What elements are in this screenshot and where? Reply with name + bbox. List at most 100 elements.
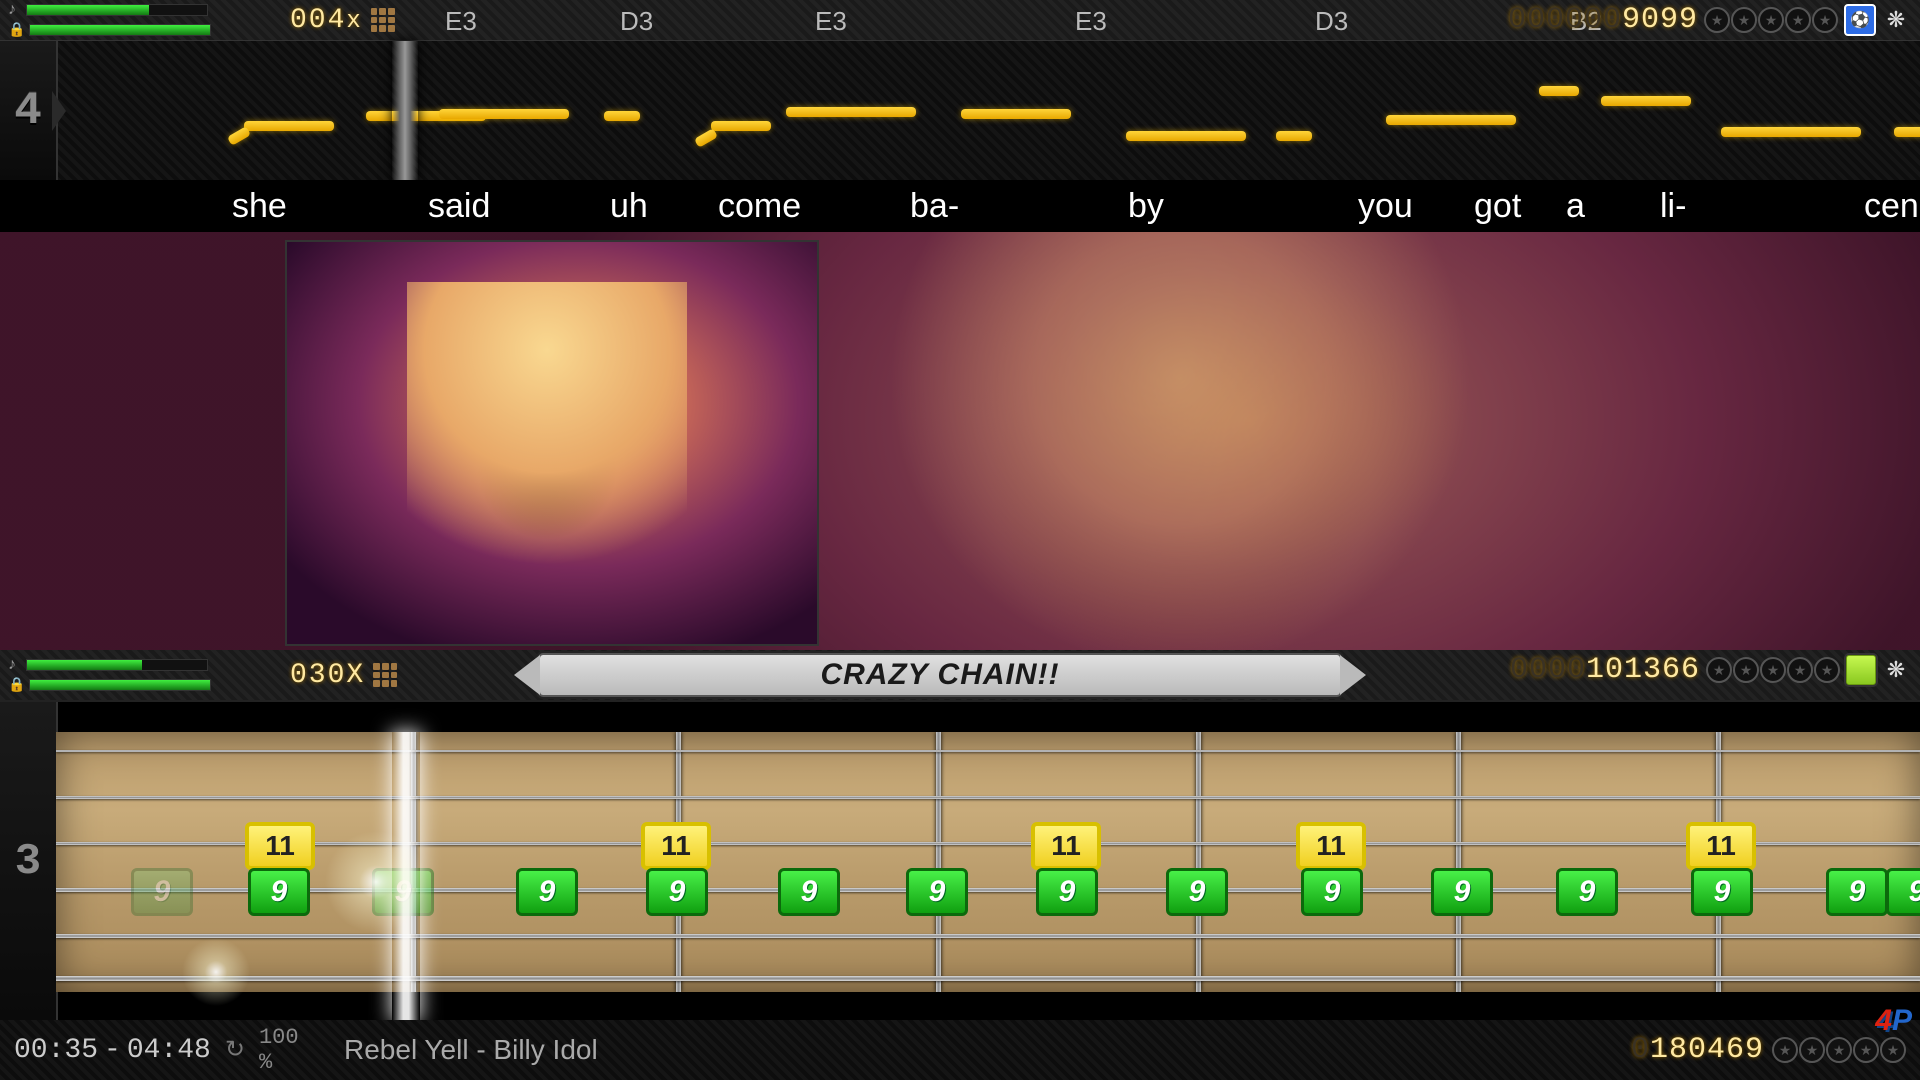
team-crest-icon xyxy=(1882,6,1910,34)
star-icon: ★ xyxy=(1880,1037,1906,1063)
multiplier-value: 030 xyxy=(290,660,346,691)
lyrics-row: shesaiduhcomeba-byyougotali-cen xyxy=(0,180,1920,232)
pitch-segment xyxy=(786,107,916,117)
pitch-segment xyxy=(711,121,771,131)
pitch-label: E3 xyxy=(815,6,847,37)
star-icon: ★ xyxy=(1799,1037,1825,1063)
pitch-label: E3 xyxy=(1075,6,1107,37)
pitch-label: E3 xyxy=(445,6,477,37)
multiplier-x: X xyxy=(346,660,365,691)
lyric-word: got xyxy=(1474,187,1521,226)
bottom-stars: ★★★★★ xyxy=(1772,1037,1906,1063)
time-separator: - xyxy=(104,1035,121,1066)
pitch-segment xyxy=(227,126,251,146)
fret-level-indicator: 3 xyxy=(0,702,58,1022)
multiplier-value: 004 xyxy=(290,5,346,36)
fret-note: 11 xyxy=(245,822,315,870)
note-icon xyxy=(8,656,22,674)
fret-level-number: 3 xyxy=(15,837,41,887)
star-icon: ★ xyxy=(1758,7,1784,33)
pitch-label: D3 xyxy=(620,6,653,37)
player-badge-icon xyxy=(1844,4,1876,36)
total-score: 0180469 xyxy=(1631,1033,1764,1067)
time-display: 00:35 - 04:48 100 % xyxy=(0,1020,324,1080)
guitar-status-bar: 030X CRAZY CHAIN!! 0000101366 ★★★★★ xyxy=(0,650,1920,700)
fret-note: 9 xyxy=(778,868,840,916)
guitar-string xyxy=(56,750,1920,752)
vocal-pitch-track: 4 xyxy=(0,40,1920,182)
p1-meter-2 xyxy=(29,24,211,36)
score-dim: 0 xyxy=(1631,1033,1650,1067)
guitar-string xyxy=(56,796,1920,799)
bottom-score-group: 0180469 ★★★★★ xyxy=(1631,1033,1920,1067)
grid-icon xyxy=(371,8,395,32)
vocal-playhead xyxy=(392,41,418,181)
lyric-word: said xyxy=(428,187,490,226)
lyric-word: li- xyxy=(1660,187,1686,226)
lock-icon xyxy=(8,21,25,39)
note-icon xyxy=(8,1,22,19)
pitch-segment xyxy=(244,121,334,131)
lyric-word: a xyxy=(1566,187,1585,226)
lyric-word: cen xyxy=(1864,187,1919,226)
guitar-string xyxy=(56,888,1920,892)
pitch-segment xyxy=(1386,115,1516,125)
fret-note: 9 xyxy=(131,868,193,916)
pitch-label: D3 xyxy=(1315,6,1348,37)
lyric-word: by xyxy=(1128,187,1164,226)
star-icon: ★ xyxy=(1785,7,1811,33)
pitch-segment xyxy=(694,128,718,148)
fret-note: 9 xyxy=(1886,868,1920,916)
fretboard: 9119991199911991199911999 xyxy=(56,732,1920,992)
fret-note: 9 xyxy=(1301,868,1363,916)
vocal-level-number: 4 xyxy=(14,85,42,137)
star-icon: ★ xyxy=(1772,1037,1798,1063)
guitar-string xyxy=(56,976,1920,981)
guitar-string xyxy=(56,842,1920,845)
combo-banner-text: CRAZY CHAIN!! xyxy=(820,658,1059,692)
star-icon: ★ xyxy=(1760,657,1786,683)
fret-note: 9 xyxy=(1691,868,1753,916)
p2-meter-1 xyxy=(26,659,208,671)
fret-note: 11 xyxy=(1686,822,1756,870)
team-crest-icon xyxy=(1882,656,1910,684)
score-value: 101366 xyxy=(1586,653,1700,687)
p2-meter-2 xyxy=(29,679,211,691)
multiplier-x: x xyxy=(346,8,362,35)
star-icon: ★ xyxy=(1826,1037,1852,1063)
star-icon: ★ xyxy=(1706,657,1732,683)
lyric-word: you xyxy=(1358,187,1413,226)
lock-icon xyxy=(8,676,25,694)
fret-note: 9 xyxy=(646,868,708,916)
p2-multiplier: 030X xyxy=(290,660,365,691)
fret-note: 11 xyxy=(1031,822,1101,870)
p2-stars: ★★★★★ xyxy=(1706,657,1840,683)
star-icon: ★ xyxy=(1704,7,1730,33)
player-badge-icon xyxy=(1846,655,1876,685)
pitch-segment xyxy=(439,109,569,119)
lyric-word: uh xyxy=(610,187,648,226)
fret-note: 9 xyxy=(1431,868,1493,916)
lyric-word: ba- xyxy=(910,187,959,226)
fretboard-playhead xyxy=(392,732,420,1022)
star-icon: ★ xyxy=(1853,1037,1879,1063)
score-value: 180469 xyxy=(1650,1033,1764,1067)
music-video-area xyxy=(0,232,1920,650)
pitch-segment xyxy=(1721,127,1861,137)
pitch-segment xyxy=(961,109,1071,119)
lyric-word: come xyxy=(718,187,801,226)
combo-banner: CRAZY CHAIN!! xyxy=(540,655,1340,695)
score-dim: 000000 xyxy=(1508,3,1622,37)
time-total: 04:48 xyxy=(127,1035,211,1066)
p2-status-right: 0000101366 ★★★★★ xyxy=(1510,650,1920,690)
pitch-segment xyxy=(1276,131,1312,141)
p1-score: 0000009099 xyxy=(1508,3,1698,37)
score-dim: 0000 xyxy=(1510,653,1586,687)
fret-note: 9 xyxy=(1166,868,1228,916)
loop-icon[interactable] xyxy=(225,1035,245,1066)
strings xyxy=(56,732,1920,992)
fret-note: 11 xyxy=(641,822,711,870)
star-icon: ★ xyxy=(1731,7,1757,33)
fret-note: 9 xyxy=(516,868,578,916)
time-current: 00:35 xyxy=(14,1035,98,1066)
